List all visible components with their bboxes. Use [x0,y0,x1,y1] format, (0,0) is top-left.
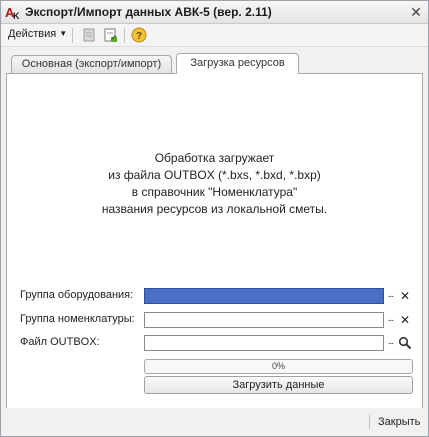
toolbar-divider [72,28,73,43]
toolbar: Действия ▼ ? [1,24,428,47]
description-line: названия ресурсов из локальной сметы. [101,202,328,216]
title-bar[interactable]: A K Экспорт/Импорт данных АВК-5 (вер. 2.… [1,1,428,24]
outbox-file-label: Файл OUTBOX: [20,336,100,348]
description-line: из файла OUTBOX (*.bxs, *.bxd, *.bxp) [108,168,321,182]
tab-load-resources[interactable]: Загрузка ресурсов [176,53,299,74]
tab-panel-load-resources: Обработка загружает из файла OUTBOX (*.b… [6,73,423,410]
app-logo-icon: A K [5,5,20,20]
nomenclature-group-clear-icon[interactable]: ✕ [398,313,412,327]
outbox-file-field[interactable] [144,335,384,351]
chevron-down-icon: ▼ [59,29,68,38]
export-icon[interactable] [103,27,119,43]
description-line: Обработка загружает [154,151,275,165]
description-line: в справочник "Номенклатура" [131,185,298,199]
equipment-group-select-button[interactable]: ... [383,289,398,303]
window-close-icon[interactable]: ✕ [408,4,424,20]
progress-bar: 0% [144,359,413,374]
footer-divider [369,415,370,429]
load-data-button[interactable]: Загрузить данные [144,376,413,394]
search-icon[interactable] [398,336,412,350]
actions-menu[interactable]: Действия ▼ [8,28,67,40]
properties-icon[interactable] [81,27,97,43]
outbox-file-browse-button[interactable]: ... [383,336,398,350]
tab-main-export-import[interactable]: Основная (экспорт/импорт) [11,55,172,73]
nomenclature-group-field[interactable] [144,312,384,328]
toolbar-divider [124,28,125,43]
equipment-group-clear-icon[interactable]: ✕ [398,289,412,303]
svg-text:K: K [13,11,20,20]
main-window: A K Экспорт/Импорт данных АВК-5 (вер. 2.… [0,0,429,437]
description-text: Обработка загружает из файла OUTBOX (*.b… [7,150,422,218]
window-title: Экспорт/Импорт данных АВК-5 (вер. 2.11) [25,5,272,19]
close-button[interactable]: Закрыть [378,416,420,428]
footer-bar: Закрыть [1,408,428,436]
help-icon[interactable]: ? [131,27,147,43]
nomenclature-group-label: Группа номенклатуры: [20,313,135,325]
equipment-group-label: Группа оборудования: [20,289,134,301]
svg-text:?: ? [136,31,142,42]
equipment-group-field[interactable] [144,288,384,304]
actions-menu-label: Действия [8,28,57,40]
nomenclature-group-select-button[interactable]: ... [383,313,398,327]
tab-container: Основная (экспорт/импорт) Загрузка ресур… [1,46,428,410]
